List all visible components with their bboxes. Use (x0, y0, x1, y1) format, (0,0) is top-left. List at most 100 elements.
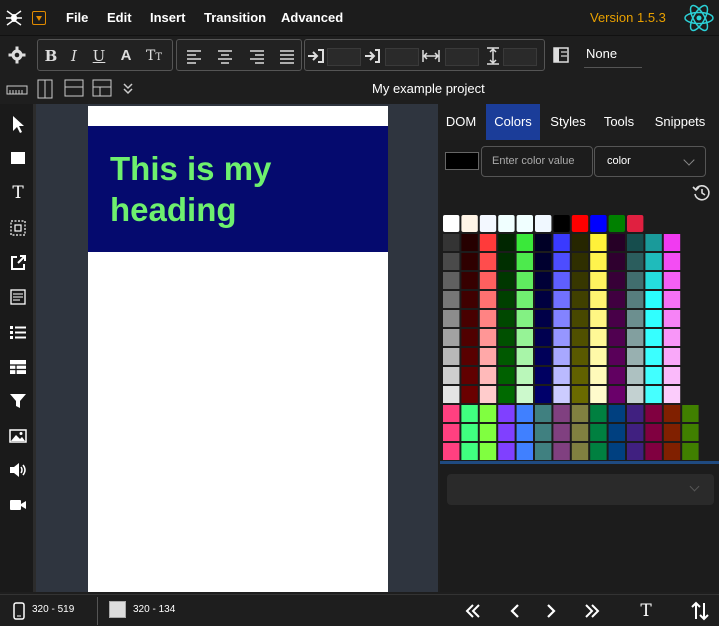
column-layout-icon[interactable] (37, 79, 53, 99)
menu-edit[interactable]: Edit (107, 10, 132, 25)
list-icon[interactable] (8, 322, 28, 342)
palette-swatch (663, 367, 681, 384)
menu-transition[interactable]: Transition (204, 10, 266, 25)
layout-value[interactable]: None (586, 46, 617, 61)
tab-snippets[interactable]: Snippets (648, 104, 712, 140)
palette-swatch (590, 424, 607, 441)
palette-swatch (645, 234, 662, 251)
tab-styles[interactable]: Styles (544, 104, 592, 140)
next-icon[interactable] (539, 599, 563, 623)
image-icon[interactable] (8, 426, 28, 446)
text-icon[interactable]: T (8, 183, 28, 203)
palette-swatch (443, 367, 460, 384)
menu-advanced[interactable]: Advanced (281, 10, 343, 25)
palette-swatch (535, 215, 552, 232)
row-layout-icon[interactable] (64, 79, 84, 97)
text-mode-icon[interactable]: T (634, 599, 658, 623)
palette-swatch (553, 443, 570, 460)
palette-swatch (590, 215, 607, 232)
align-center-icon[interactable] (215, 46, 235, 66)
font-size-icon[interactable]: TT (144, 46, 164, 66)
italic-icon[interactable]: I (64, 46, 84, 66)
color-value-input[interactable]: Enter color value (481, 146, 593, 177)
palette-swatch (608, 443, 625, 460)
palette-swatch (571, 424, 589, 441)
tab-colors[interactable]: Colors (486, 104, 540, 140)
ruler-icon[interactable] (6, 81, 28, 97)
palette-swatch (516, 310, 533, 327)
palette-swatch (443, 234, 460, 251)
palette-swatch (535, 310, 552, 327)
palette-swatch (627, 367, 644, 384)
palette-swatch (663, 348, 681, 365)
palette-swatch (498, 291, 515, 308)
element-swatch-icon (109, 601, 126, 618)
palette-swatch (461, 443, 478, 460)
layout-icon[interactable] (553, 47, 569, 63)
tab-tools[interactable]: Tools (598, 104, 640, 140)
previous-icon[interactable] (503, 599, 527, 623)
margin-right-input[interactable] (385, 48, 419, 66)
align-left-icon[interactable] (184, 46, 204, 66)
font-color-icon[interactable]: A (116, 46, 136, 66)
last-page-icon[interactable] (580, 599, 604, 623)
palette-swatch (553, 291, 570, 308)
split-layout-icon[interactable] (92, 79, 112, 97)
palette-swatch (535, 367, 552, 384)
palette-swatch (553, 367, 570, 384)
palette-swatch (553, 405, 570, 422)
letter-spacing-input[interactable] (445, 48, 479, 66)
palette-swatch (516, 348, 533, 365)
form-icon[interactable] (8, 287, 28, 307)
box-icon[interactable] (8, 148, 28, 168)
align-right-icon[interactable] (247, 46, 267, 66)
heading-container[interactable]: This is my heading (88, 126, 388, 252)
app-dropdown-icon[interactable] (32, 11, 46, 25)
palette-swatch (498, 348, 515, 365)
palette-swatch (479, 386, 497, 403)
filter-icon[interactable] (8, 391, 28, 411)
current-color-swatch[interactable] (445, 152, 479, 170)
canvas-area[interactable]: This is my heading (36, 104, 438, 592)
grid-icon[interactable] (8, 218, 28, 238)
color-palette[interactable] (442, 214, 718, 461)
video-icon[interactable] (8, 495, 28, 515)
table-icon[interactable] (8, 357, 28, 377)
preview-page[interactable]: This is my heading (88, 106, 388, 592)
palette-swatch (663, 291, 681, 308)
link-icon[interactable] (8, 253, 28, 273)
expand-more-icon[interactable] (122, 82, 134, 96)
color-property-select[interactable]: color (594, 146, 706, 177)
margin-left-input[interactable] (327, 48, 361, 66)
page-heading[interactable]: This is my heading (110, 148, 366, 230)
underline-icon[interactable]: U (89, 46, 109, 66)
pointer-icon[interactable] (8, 114, 28, 134)
palette-divider (440, 461, 719, 464)
palette-swatch (571, 405, 589, 422)
palette-swatch (461, 367, 478, 384)
menu-insert[interactable]: Insert (150, 10, 185, 25)
element-size: 320 - 134 (133, 604, 176, 615)
palette-swatch (663, 386, 681, 403)
palette-swatch (498, 367, 515, 384)
tab-dom[interactable]: DOM (440, 104, 482, 140)
sort-icon[interactable] (688, 599, 712, 623)
palette-swatch (663, 443, 681, 460)
menu-file[interactable]: File (66, 10, 88, 25)
palette-swatch (608, 367, 625, 384)
palette-swatch (443, 253, 460, 270)
line-height-input[interactable] (503, 48, 537, 66)
bold-icon[interactable]: B (41, 46, 61, 66)
history-icon[interactable] (692, 183, 712, 203)
mobile-device-icon[interactable] (13, 602, 25, 620)
palette-swatch (443, 215, 460, 232)
settings-gear-icon[interactable] (8, 46, 26, 64)
palette-swatch (682, 443, 699, 460)
palette-swatch (645, 348, 662, 365)
audio-icon[interactable] (8, 460, 28, 480)
align-justify-icon[interactable] (277, 46, 297, 66)
first-page-icon[interactable] (461, 599, 485, 623)
palette-swatch (461, 424, 478, 441)
swatch-set-select[interactable] (447, 474, 714, 505)
palette-swatch (461, 386, 478, 403)
